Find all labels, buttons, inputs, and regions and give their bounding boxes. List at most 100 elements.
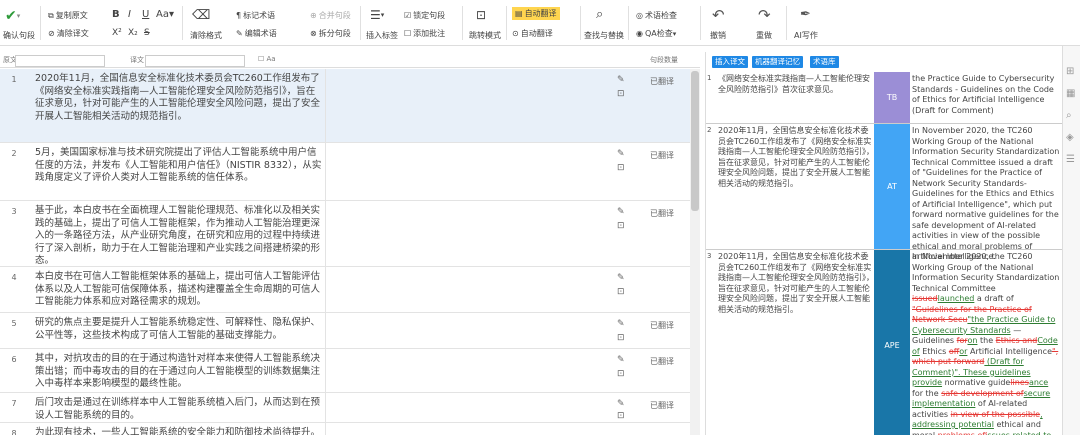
qa-check-button[interactable]: ◉ QA检查 ▾ bbox=[636, 28, 676, 39]
deleted-text: for bbox=[956, 336, 968, 345]
subscript-button[interactable]: X₂ bbox=[128, 28, 138, 38]
eraser-icon[interactable]: ⌫ bbox=[192, 8, 210, 23]
table-row[interactable]: 8 为此现有技术，一些人工智能系统的安全能力和防御技术尚待提升。 bbox=[0, 423, 700, 435]
edit-icon[interactable]: ✎ bbox=[617, 149, 625, 159]
table-row[interactable]: 1 2020年11月，全国信息安全标准化技术委员会TC260工作组发布了《网络安… bbox=[0, 69, 700, 143]
jump-icon[interactable]: ⊡ bbox=[476, 8, 486, 22]
underline-button[interactable]: U bbox=[142, 9, 149, 20]
add-comment-button[interactable]: ☐ 添加批注 bbox=[404, 28, 445, 39]
target-cell[interactable] bbox=[325, 423, 610, 435]
edit-term-label: 编辑术语 bbox=[244, 29, 277, 38]
target-cell[interactable] bbox=[325, 267, 610, 312]
case-label: Aa bbox=[266, 55, 276, 63]
suggestion-panel: 插入译文 机器翻译记忆 术语库 1 《网络安全标准实践指南—人工智能伦理安全风险… bbox=[705, 52, 1062, 435]
jump-mode-button[interactable]: 跳转模式 bbox=[469, 30, 501, 41]
edit-icon[interactable]: ✎ bbox=[617, 207, 625, 217]
match-type-badge: AT bbox=[874, 124, 910, 249]
comment-icon[interactable]: ⊡ bbox=[617, 221, 625, 231]
segment-number: 1 bbox=[11, 75, 17, 84]
match-type-badge: TB bbox=[874, 72, 910, 123]
target-filter-input[interactable] bbox=[145, 55, 245, 67]
pen-icon[interactable]: ✒ bbox=[800, 7, 811, 22]
segment-number: 8 bbox=[11, 429, 17, 435]
search-icon[interactable]: ⌕ bbox=[596, 7, 603, 22]
lock-icon: ☑ bbox=[404, 11, 412, 20]
source-cell: 2020年11月，全国信息安全标准化技术委员会TC260工作组发布了《网络安全标… bbox=[35, 73, 321, 122]
status-badge: 已翻译 bbox=[650, 401, 674, 410]
target-cell[interactable] bbox=[325, 349, 610, 392]
clear-target-button[interactable]: ⊘ 清除译文 bbox=[48, 28, 89, 39]
match-row-ape[interactable]: 3 2020年11月，全国信息安全标准化技术委员会TC260工作组发布了《网络安… bbox=[706, 250, 1062, 435]
target-cell[interactable] bbox=[325, 201, 610, 266]
edit-icon[interactable]: ✎ bbox=[617, 399, 625, 409]
mark-term-button[interactable]: ¶ 标记术语 bbox=[236, 10, 275, 21]
copy-icon: ⧉ bbox=[48, 10, 54, 20]
ai-write-button[interactable]: AI写作 bbox=[794, 30, 818, 41]
diff-text: In November 2020, the TC260 Working Grou… bbox=[912, 252, 1060, 293]
target-cell[interactable] bbox=[325, 393, 610, 422]
table-row[interactable]: 5 研究的焦点主要是提升人工智能系统稳定性、可解释性、隐私保护、公平性等，这些技… bbox=[0, 313, 700, 349]
target-cell[interactable] bbox=[325, 143, 610, 200]
status-badge: 已翻译 bbox=[650, 321, 674, 330]
clear-format-button[interactable]: 清除格式 bbox=[190, 30, 222, 41]
auto-translate-button[interactable]: ⊙ 自动翻译 bbox=[512, 28, 553, 39]
insert-tag-label: 插入标签 bbox=[366, 31, 398, 40]
confirm-button[interactable]: 确认句段 bbox=[3, 30, 35, 41]
table-row[interactable]: 4 本白皮书在可信人工智能框架体系的基础上，提出可信人工智能评估体系以及人工智能… bbox=[0, 267, 700, 313]
font-size-button[interactable]: Aa▾ bbox=[156, 9, 174, 20]
term-check-button[interactable]: ◎ 术语检查 bbox=[636, 10, 677, 21]
search-replace-button[interactable]: 查找与替换 bbox=[584, 30, 624, 41]
copy-source-button[interactable]: ⧉ 复制原文 bbox=[48, 10, 88, 21]
auto-translate-label-2: 自动翻译 bbox=[520, 29, 553, 38]
document-icon[interactable]: ▦ bbox=[1066, 88, 1075, 99]
table-row[interactable]: 3 基于此，本白皮书在全面梳理人工智能伦理规范、标准化以及相关实践的基础上，提出… bbox=[0, 201, 700, 267]
insert-tag-button[interactable]: 插入标签 bbox=[366, 30, 398, 41]
deleted-text: safe development of bbox=[941, 388, 1024, 398]
termbase-button[interactable]: 术语库 bbox=[810, 56, 839, 68]
merge-button[interactable]: ⊕ 合并句段 bbox=[310, 10, 351, 21]
segment-number: 5 bbox=[11, 319, 17, 328]
table-row[interactable]: 2 5月，美国国家标准与技术研究院提出了评估人工智能系统中用户信任度的方法，并发… bbox=[0, 143, 700, 201]
match-row-tb[interactable]: 1 《网络安全标准实践指南—人工智能伦理安全风险防范指引》首次征求意见。 TB … bbox=[706, 72, 1062, 124]
comment-icon[interactable]: ⊡ bbox=[617, 89, 625, 99]
bold-button[interactable]: B bbox=[112, 9, 120, 20]
expand-icon[interactable]: ⊞ bbox=[1066, 66, 1074, 77]
case-checkbox[interactable]: ☐ Aa bbox=[258, 55, 276, 63]
lock-button[interactable]: ☑ 锁定句段 bbox=[404, 10, 445, 21]
fuzzy-memory-button[interactable]: 机器翻译记忆 bbox=[752, 56, 803, 68]
split-button[interactable]: ⊗ 拆分句段 bbox=[310, 28, 351, 39]
redo-button[interactable]: 重做 bbox=[756, 30, 772, 41]
target-cell[interactable] bbox=[325, 69, 610, 142]
strikethrough-button[interactable]: S bbox=[144, 28, 150, 38]
comment-icon[interactable]: ☰ bbox=[1066, 154, 1075, 165]
source-filter-input[interactable] bbox=[15, 55, 105, 67]
grid-scrollbar[interactable] bbox=[690, 69, 700, 435]
edit-icon[interactable]: ✎ bbox=[617, 355, 625, 365]
tag-icon[interactable]: ◈ bbox=[1066, 132, 1074, 143]
edit-icon[interactable]: ✎ bbox=[617, 319, 625, 329]
match-row-at[interactable]: 2 2020年11月，全国信息安全标准化技术委员会TC260工作组发布了《网络安… bbox=[706, 124, 1062, 261]
comment-icon[interactable]: ⊡ bbox=[617, 163, 625, 173]
edit-icon[interactable]: ✎ bbox=[617, 273, 625, 283]
table-row[interactable]: 7 后门攻击是通过在训练样本中人工智能系统植入后门，从而达到在预设人工智能系统的… bbox=[0, 393, 700, 423]
search-icon[interactable]: ⌕ bbox=[1066, 110, 1072, 121]
match-source: 2020年11月，全国信息安全标准化技术委员会TC260工作组发布了《网络安全标… bbox=[718, 126, 874, 188]
tag-icon[interactable]: ☰ ▾ bbox=[370, 8, 384, 22]
comment-icon[interactable]: ⊡ bbox=[617, 333, 625, 343]
comment-icon[interactable]: ⊡ bbox=[617, 411, 625, 421]
italic-button[interactable]: I bbox=[128, 9, 131, 20]
undo-icon[interactable]: ↶ bbox=[712, 6, 725, 24]
scrollbar-thumb[interactable] bbox=[691, 71, 699, 211]
undo-button[interactable]: 撤销 bbox=[710, 30, 726, 41]
comment-icon[interactable]: ⊡ bbox=[617, 287, 625, 297]
target-cell[interactable] bbox=[325, 313, 610, 348]
edit-term-button[interactable]: ✎ 编辑术语 bbox=[236, 28, 277, 39]
redo-icon[interactable]: ↷ bbox=[758, 6, 771, 24]
comment-icon[interactable]: ⊡ bbox=[617, 369, 625, 379]
auto-translate-toggle[interactable]: ▤ 自动翻译 bbox=[512, 7, 560, 20]
insert-translation-button[interactable]: 插入译文 bbox=[712, 56, 748, 68]
table-row[interactable]: 6 其中，对抗攻击的目的在于通过构造针对样本来使得人工智能系统决策出错；而中毒攻… bbox=[0, 349, 700, 393]
confirm-check-icon[interactable]: ✔ ▾ bbox=[5, 8, 20, 24]
edit-icon[interactable]: ✎ bbox=[617, 75, 625, 85]
superscript-button[interactable]: X² bbox=[112, 28, 122, 38]
